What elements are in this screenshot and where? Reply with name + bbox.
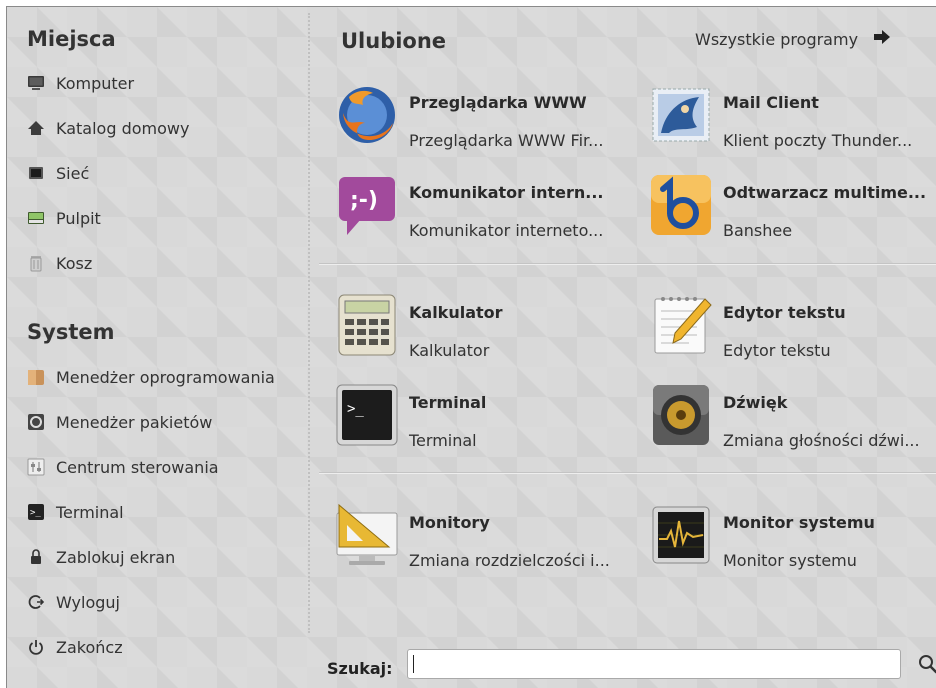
app-desc: Banshee [723,221,792,240]
place-label: Komputer [56,74,134,93]
app-name: Edytor tekstu [723,303,846,322]
home-icon [27,119,45,137]
app-name: Dźwięk [723,393,787,412]
package-manager-icon [27,413,45,431]
place-label: Kosz [56,254,92,273]
app-desc: Kalkulator [409,341,489,360]
firefox-icon [335,83,399,147]
favorites-title: Ulubione [341,29,446,53]
computer-icon [27,74,45,92]
place-label: Katalog domowy [56,119,189,138]
network-icon [27,164,45,182]
left-panel: Miejsca Komputer Katalog domowy Sieć Pul… [7,7,307,688]
system-lock-screen[interactable]: Zablokuj ekran [27,543,175,571]
place-home[interactable]: Katalog domowy [27,114,189,142]
terminal-icon: >_ [27,503,45,521]
software-manager-icon [27,368,45,386]
app-name: Monitory [409,513,490,532]
place-computer[interactable]: Komputer [27,69,134,97]
calculator-icon [335,293,399,357]
menu-window: Miejsca Komputer Katalog domowy Sieć Pul… [6,6,936,688]
text-cursor [413,655,414,673]
place-network[interactable]: Sieć [27,159,89,187]
favorites-separator [319,263,936,265]
app-desc: Zmiana głośności dźwi... [723,431,920,450]
system-logout[interactable]: Wyloguj [27,588,120,616]
system-label: Zablokuj ekran [56,548,175,567]
place-trash[interactable]: Kosz [27,249,92,277]
system-control-center[interactable]: Centrum sterowania [27,453,219,481]
trash-icon [27,254,45,272]
app-desc: Terminal [409,431,477,450]
monitors-icon [335,503,399,567]
search-label: Szukaj: [327,659,393,678]
app-messenger[interactable]: ;-) Komunikator intern... Komunikator in… [335,173,635,253]
control-center-icon [27,458,45,476]
place-desktop[interactable]: Pulpit [27,204,101,232]
svg-text:>_: >_ [30,508,41,518]
app-name: Terminal [409,393,486,412]
app-desc: Klient poczty Thunder... [723,131,912,150]
system-monitor-icon [649,503,713,567]
svg-text:;-): ;-) [350,188,378,213]
app-desc: Monitor systemu [723,551,857,570]
system-title: System [27,320,114,344]
app-media-player[interactable]: Odtwarzacz multime... Banshee [649,173,936,253]
system-shutdown[interactable]: Zakończ [27,633,123,661]
banshee-icon [649,173,713,237]
app-text-editor[interactable]: Edytor tekstu Edytor tekstu [649,293,936,373]
place-label: Pulpit [56,209,101,228]
app-desc: Edytor tekstu [723,341,831,360]
app-desc: Komunikator interneto... [409,221,603,240]
app-calculator[interactable]: Kalkulator Kalkulator [335,293,635,373]
app-desc: Przeglądarka WWW Fir... [409,131,603,150]
desktop-icon [27,209,45,227]
arrow-right-icon [872,29,892,49]
messenger-icon: ;-) [335,173,399,237]
system-label: Menedżer pakietów [56,413,212,432]
power-icon [27,638,45,656]
logout-icon [27,593,45,611]
thunderbird-icon [649,83,713,147]
system-label: Terminal [56,503,124,522]
app-name: Mail Client [723,93,819,112]
system-terminal[interactable]: >_ Terminal [27,498,124,526]
place-label: Sieć [56,164,89,183]
app-name: Kalkulator [409,303,503,322]
lock-icon [27,548,45,566]
system-software-manager[interactable]: Menedżer oprogramowania [27,363,275,391]
app-name: Odtwarzacz multime... [723,183,926,202]
svg-text:>_: >_ [347,401,364,417]
system-label: Zakończ [56,638,123,657]
favorites-separator [319,472,936,474]
app-name: Monitor systemu [723,513,875,532]
system-label: Menedżer oprogramowania [56,368,275,387]
app-desc: Zmiana rozdzielczości i... [409,551,610,570]
system-label: Centrum sterowania [56,458,219,477]
text-editor-icon [649,293,713,357]
app-name: Komunikator intern... [409,183,603,202]
app-system-monitor[interactable]: Monitor systemu Monitor systemu [649,503,936,583]
terminal-icon: >_ [335,383,399,447]
search-input[interactable] [407,649,901,679]
sound-icon [649,383,713,447]
system-label: Wyloguj [56,593,120,612]
system-package-manager[interactable]: Menedżer pakietów [27,408,212,436]
vertical-separator [308,13,310,633]
all-programs-button[interactable]: Wszystkie programy [695,29,892,49]
search-icon[interactable] [917,653,936,675]
app-terminal[interactable]: >_ Terminal Terminal [335,383,635,463]
app-monitors[interactable]: Monitory Zmiana rozdzielczości i... [335,503,635,583]
app-web-browser[interactable]: Przeglądarka WWW Przeglądarka WWW Fir... [335,83,635,163]
app-mail-client[interactable]: Mail Client Klient poczty Thunder... [649,83,936,163]
app-name: Przeglądarka WWW [409,93,587,112]
places-title: Miejsca [27,27,116,51]
app-sound[interactable]: Dźwięk Zmiana głośności dźwi... [649,383,936,463]
all-programs-label: Wszystkie programy [695,30,858,49]
